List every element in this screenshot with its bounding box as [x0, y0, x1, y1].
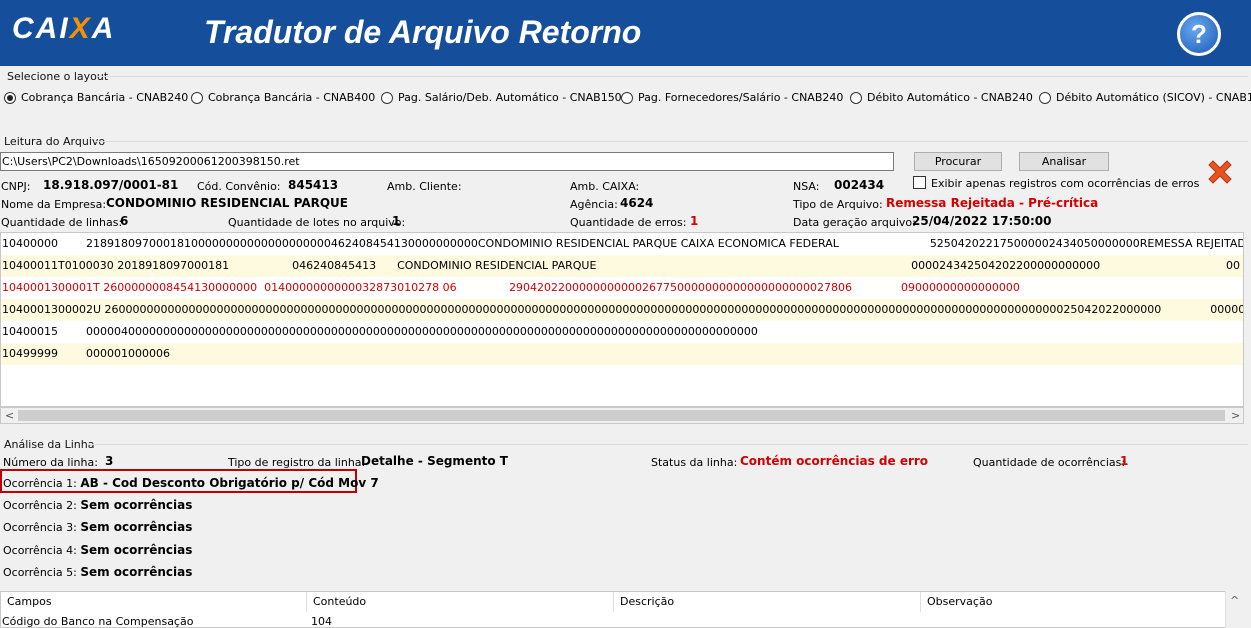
layout-option-cnab240-debito[interactable]: Débito Automático - CNAB240 — [850, 91, 1033, 104]
record-row[interactable]: 10499999 000001000006 — [1, 343, 1243, 365]
layout-option-cnab400-cobranca[interactable]: Cobrança Bancária - CNAB400 — [191, 91, 375, 104]
analysis-group-label: Análise da Linha — [4, 438, 95, 451]
analysis-group-divider — [88, 444, 1248, 445]
analyze-button[interactable]: Analisar — [1019, 152, 1109, 171]
file-group-divider — [95, 141, 1248, 142]
column-header-conteudo[interactable]: Conteúdo — [307, 592, 614, 612]
occurrence-4: Ocorrência 4: Sem ocorrências — [3, 543, 193, 557]
amb-cliente-label: Amb. Cliente: — [387, 180, 462, 193]
column-header-descricao[interactable]: Descrição — [614, 592, 921, 612]
browse-button[interactable]: Procurar — [914, 152, 1002, 171]
radio-icon — [1039, 91, 1051, 104]
occurrence-5: Ocorrência 5: Sem ocorrências — [3, 565, 193, 579]
agencia-value: 4624 — [620, 196, 654, 210]
line-number-value: 3 — [105, 454, 114, 468]
errors-only-label: Exibir apenas registros com ocorrências … — [931, 177, 1200, 190]
caixa-logo: CAIXA — [12, 12, 116, 45]
linhas-value: 6 — [120, 214, 129, 228]
tipo-arquivo-label: Tipo de Arquivo: — [793, 198, 883, 211]
erros-value: 1 — [690, 214, 699, 228]
table-cell-campo[interactable]: Código do Banco na Compensação — [2, 615, 193, 628]
file-group-label: Leitura do Arquivo — [4, 135, 106, 148]
layout-option-cnab240-fornecedores[interactable]: Pag. Fornecedores/Salário - CNAB240 — [621, 91, 843, 104]
errors-only-checkbox[interactable] — [913, 176, 926, 189]
column-header-campos[interactable]: Campos — [1, 592, 307, 612]
records-list[interactable]: 10400000 2189180970001810000000000000000… — [0, 232, 1244, 407]
table-cell-conteudo[interactable]: 104 — [311, 615, 332, 628]
record-row[interactable]: 10400011T0100030 2018918097000181 046240… — [1, 255, 1243, 277]
layout-group-divider — [98, 76, 1248, 77]
record-row[interactable]: 10400015 0000040000000000000000000000000… — [1, 321, 1243, 343]
red-x-icon[interactable] — [1205, 157, 1235, 187]
radio-selected-icon — [4, 91, 16, 104]
line-status-value: Contém ocorrências de erro — [740, 454, 929, 468]
occurrence-1: Ocorrência 1: AB - Cod Desconto Obrigató… — [3, 476, 379, 490]
lotes-label: Quantidade de lotes no arquivo: — [228, 216, 406, 229]
table-vertical-scrollbar[interactable]: ^ — [1225, 591, 1242, 628]
nsa-label: NSA: — [793, 180, 820, 193]
radio-icon — [621, 91, 633, 104]
cnpj-value: 18.918.097/0001-81 — [43, 178, 179, 192]
radio-icon — [381, 91, 393, 104]
scroll-thumb[interactable] — [18, 410, 1225, 421]
file-path-input[interactable]: C:\Users\PC2\Downloads\16509200061200398… — [0, 152, 894, 171]
data-geracao-value: 25/04/2022 17:50:00 — [912, 214, 1052, 228]
amb-caixa-label: Amb. CAIXA: — [570, 180, 640, 193]
record-type-label: Tipo de registro da linha: — [228, 456, 366, 469]
layout-option-cnab240-cobranca[interactable]: Cobrança Bancária - CNAB240 — [4, 91, 188, 104]
linhas-label: Quantidade de linhas: — [1, 216, 123, 229]
agencia-label: Agência: — [570, 198, 618, 211]
lotes-value: 1 — [392, 214, 401, 228]
layout-option-cnab150-salario[interactable]: Pag. Salário/Deb. Automático - CNAB150 — [381, 91, 622, 104]
column-header-observacao[interactable]: Observação — [921, 592, 1226, 612]
record-row[interactable]: 1040001300002U 2600000000000000000000000… — [1, 299, 1243, 321]
records-horizontal-scrollbar[interactable]: < > — [0, 407, 1244, 424]
empresa-label: Nome da Empresa: — [1, 198, 107, 211]
red-x-icon-graphic — [1208, 160, 1232, 184]
scroll-left-icon[interactable]: < — [5, 408, 14, 423]
record-row[interactable]: 10400000 2189180970001810000000000000000… — [1, 233, 1243, 255]
record-type-value: Detalhe - Segmento T — [361, 454, 508, 468]
occurrence-count-label: Quantidade de ocorrências: — [973, 456, 1126, 469]
occurrence-count-value: 1 — [1120, 454, 1129, 468]
layout-option-cnab150-sicov[interactable]: Débito Automático (SICOV) - CNAB150 — [1039, 91, 1251, 104]
line-status-label: Status da linha: — [651, 456, 738, 469]
empresa-value: CONDOMINIO RESIDENCIAL PARQUE — [106, 196, 348, 210]
nsa-value: 002434 — [834, 178, 885, 192]
scroll-up-icon[interactable]: ^ — [1230, 593, 1239, 608]
cnpj-label: CNPJ: — [1, 180, 31, 193]
help-icon[interactable]: ? — [1177, 12, 1221, 56]
radio-icon — [850, 91, 862, 104]
occurrence-2: Ocorrência 2: Sem ocorrências — [3, 498, 193, 512]
convenio-value: 845413 — [288, 178, 339, 192]
app-title: Tradutor de Arquivo Retorno — [204, 14, 642, 50]
radio-icon — [191, 91, 203, 104]
layout-group-label: Selecione o layout — [7, 70, 109, 83]
erros-label: Quantidade de erros: — [570, 216, 687, 229]
occurrence-3: Ocorrência 3: Sem ocorrências — [3, 520, 193, 534]
line-number-label: Número da linha: — [3, 456, 98, 469]
data-geracao-label: Data geração arquivo: — [793, 216, 916, 229]
scroll-right-icon[interactable]: > — [1231, 408, 1240, 423]
tipo-arquivo-value: Remessa Rejeitada - Pré-crítica — [886, 196, 1099, 210]
convenio-label: Cód. Convênio: — [197, 180, 281, 193]
fields-table[interactable]: Campos Conteúdo Descrição Observação Cód… — [0, 591, 1242, 628]
record-row-error[interactable]: 1040001300001T 2600000008454130000000 01… — [1, 277, 1243, 299]
